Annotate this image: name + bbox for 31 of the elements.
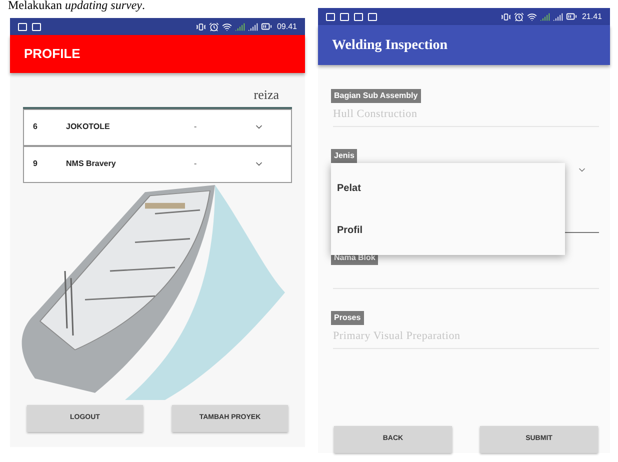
wifi-icon — [222, 22, 232, 32]
dropdown-option[interactable]: Profil — [331, 209, 565, 251]
project-number: 9 — [32, 158, 38, 170]
battery-icon — [566, 11, 577, 22]
project-name: NMS Bravery — [65, 158, 117, 170]
signal-icon — [552, 12, 563, 22]
signal-icon — [234, 22, 245, 32]
project-number: 6 — [32, 121, 38, 133]
project-status: - — [194, 158, 198, 170]
screen-title: PROFILE — [24, 45, 80, 64]
field-label: Bagian Sub Assembly — [331, 89, 421, 103]
status-time: 21.41 — [582, 10, 602, 22]
alarm-icon — [514, 12, 524, 22]
alarm-icon — [208, 22, 219, 32]
dropdown-option[interactable]: Pelat — [331, 167, 565, 209]
status-time: 09.41 — [276, 20, 297, 32]
battery-icon — [260, 21, 272, 32]
vibrate-icon — [500, 12, 511, 22]
field-label: Proses — [331, 311, 364, 325]
project-status: - — [194, 121, 198, 133]
field-label: Jenis — [331, 149, 358, 163]
signal-icon — [540, 12, 550, 22]
caption: Melakukan updating survey. — [8, 0, 145, 12]
project-name: JOKOTOLE — [65, 121, 111, 133]
vibrate-icon — [196, 22, 206, 32]
project-row[interactable]: 9 NMS Bravery - — [23, 146, 292, 182]
screen-title: Welding Inspection — [332, 36, 448, 54]
project-row[interactable]: 6 JOKOTOLE - — [23, 108, 292, 146]
wifi-icon — [526, 12, 537, 22]
signal-icon — [248, 22, 258, 32]
username: reiza — [254, 86, 279, 104]
